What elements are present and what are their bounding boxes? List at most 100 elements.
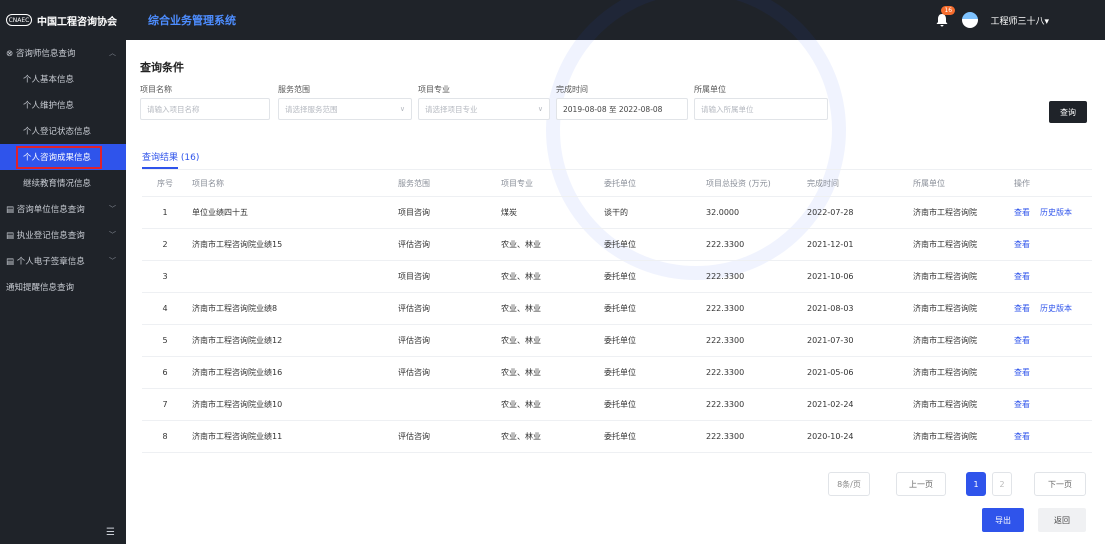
investment-cell: 222.3300 [706, 240, 745, 249]
column-header: 项目专业 [501, 179, 533, 188]
results-table: 序号 项目名称 服务范围 项目专业 委托单位 项目总投资 (万元) 完成时间 所… [142, 171, 1092, 453]
chevron-down-icon: ﹀ [109, 257, 116, 265]
sidebar-group-practice-registration[interactable]: ▤ 执业登记信息查询 ﹀ [0, 222, 126, 248]
service-scope-cell: 评估咨询 [398, 304, 430, 313]
table-row: 8 济南市工程咨询院业绩11 评估咨询 农业、林业 委托单位 222.3300 2020-1… [142, 421, 1092, 453]
project-name-cell: 单位业绩四十五 [192, 208, 248, 217]
next-page-button[interactable]: 下一页 [1034, 472, 1086, 496]
actions-cell: 查看 历史版本 [1014, 293, 1082, 324]
column-header: 项目名称 [192, 179, 224, 188]
view-link[interactable]: 查看 [1014, 239, 1030, 250]
logo-mark: CNAEC [6, 14, 32, 26]
query-button[interactable]: 查询 [1049, 101, 1087, 123]
service-scope-select[interactable]: 请选择服务范围 ∨ [278, 98, 412, 120]
table-row: 3 项目咨询 农业、林业 委托单位 222.3300 2021-10-06 济南市工程咨询院… [142, 261, 1092, 293]
actions-cell: 查看 [1014, 357, 1040, 388]
view-link[interactable]: 查看 [1014, 367, 1030, 378]
project-major-cell: 农业、林业 [501, 400, 541, 409]
view-link[interactable]: 查看 [1014, 335, 1030, 346]
project-major-cell: 农业、林业 [501, 304, 541, 313]
completion-time-range[interactable]: 2019-08-08 至 2022-08-08 [556, 98, 688, 120]
project-major-select[interactable]: 请选择项目专业 ∨ [418, 98, 550, 120]
client-cell: 委托单位 [604, 304, 636, 313]
column-header: 服务范围 [398, 179, 430, 188]
project-name-cell: 济南市工程咨询院业绩16 [192, 368, 283, 377]
table-row: 1 单位业绩四十五 项目咨询 煤炭 谈干的 32.0000 2022-07-28 济南市工程咨… [142, 197, 1092, 229]
service-scope-cell: 评估咨询 [398, 368, 430, 377]
completion-date-cell: 2021-05-06 [807, 368, 854, 377]
completion-date-cell: 2021-10-06 [807, 272, 854, 281]
page-size-select[interactable]: 8条/页 [828, 472, 870, 496]
row-number: 5 [162, 336, 168, 345]
chevron-down-icon: ∨ [399, 105, 405, 113]
investment-cell: 222.3300 [706, 272, 745, 281]
row-number: 8 [162, 432, 168, 441]
project-name-label: 项目名称 [140, 85, 172, 94]
sidebar-item-label: 继续教育情况信息 [23, 179, 92, 189]
view-link[interactable]: 查看 [1014, 303, 1030, 314]
history-version-link[interactable]: 历史版本 [1040, 207, 1072, 218]
history-version-link[interactable]: 历史版本 [1040, 303, 1072, 314]
unit-cell: 济南市工程咨询院 [913, 272, 977, 281]
row-number: 4 [162, 304, 168, 313]
project-major-cell: 农业、林业 [501, 272, 541, 281]
client-cell: 委托单位 [604, 240, 636, 249]
sidebar-item-label: ▤ 咨询单位信息查询 [6, 205, 85, 215]
client-cell: 谈干的 [604, 208, 628, 217]
export-button[interactable]: 导出 [982, 508, 1024, 532]
view-link[interactable]: 查看 [1014, 399, 1030, 410]
top-right-area: 16 工程师三十八▾ [934, 0, 1049, 40]
view-link[interactable]: 查看 [1014, 207, 1030, 218]
column-header: 委托单位 [604, 179, 636, 188]
sidebar-item-label: ▤ 个人电子签章信息 [6, 257, 85, 267]
project-major-label: 项目专业 [418, 85, 450, 94]
notification-bell-icon[interactable]: 16 [934, 6, 956, 28]
column-header: 项目总投资 (万元) [706, 179, 771, 188]
service-scope-cell: 项目咨询 [398, 208, 430, 217]
sidebar-group-e-signature[interactable]: ▤ 个人电子签章信息 ﹀ [0, 248, 126, 274]
sidebar-item-label: 个人基本信息 [23, 75, 75, 85]
sidebar-group-unit-query[interactable]: ▤ 咨询单位信息查询 ﹀ [0, 196, 126, 222]
view-link[interactable]: 查看 [1014, 271, 1030, 282]
avatar[interactable] [962, 12, 979, 28]
sidebar-group-consultant-query[interactable]: ⊗ 咨询师信息查询 ︿ [0, 40, 126, 66]
sidebar: ⊗ 咨询师信息查询 ︿ 个人基本信息 个人维护信息 个人登记状态信息 个人咨询成果… [0, 40, 126, 544]
project-name-cell: 济南市工程咨询院业绩15 [192, 240, 283, 249]
investment-cell: 222.3300 [706, 368, 745, 377]
actions-cell: 查看 [1014, 261, 1040, 292]
service-scope-cell: 评估咨询 [398, 240, 430, 249]
chevron-down-icon: ﹀ [109, 231, 116, 239]
unit-cell: 济南市工程咨询院 [913, 368, 977, 377]
table-row: 6 济南市工程咨询院业绩16 评估咨询 农业、林业 委托单位 222.3300 2021-0… [142, 357, 1092, 389]
view-link[interactable]: 查看 [1014, 431, 1030, 442]
main-content: 查询条件 项目名称 服务范围 项目专业 完成时间 所属单位 请输入项目名称 请选… [126, 0, 1105, 544]
client-cell: 委托单位 [604, 336, 636, 345]
sidebar-item-notifications[interactable]: 通知提醒信息查询 [0, 274, 126, 300]
sidebar-item-personal-maintenance[interactable]: 个人维护信息 [0, 92, 126, 118]
sidebar-item-label: 通知提醒信息查询 [6, 283, 75, 293]
table-row: 4 济南市工程咨询院业绩8 评估咨询 农业、林业 委托单位 222.3300 2021-08… [142, 293, 1092, 325]
user-menu[interactable]: 工程师三十八▾ [990, 14, 1049, 27]
sidebar-item-personal-basic[interactable]: 个人基本信息 [0, 66, 126, 92]
back-button[interactable]: 返回 [1038, 508, 1086, 532]
completion-time-label: 完成时间 [556, 85, 588, 94]
tab-active-indicator [142, 167, 178, 169]
project-name-cell: 济南市工程咨询院业绩12 [192, 336, 283, 345]
table-header: 序号 项目名称 服务范围 项目专业 委托单位 项目总投资 (万元) 完成时间 所… [142, 171, 1092, 197]
page-1-button[interactable]: 1 [966, 472, 986, 496]
project-name-cell: 济南市工程咨询院业绩11 [192, 432, 283, 441]
prev-page-button[interactable]: 上一页 [896, 472, 946, 496]
sidebar-item-continuing-education[interactable]: 继续教育情况信息 [0, 170, 126, 196]
tab-query-results[interactable]: 查询结果 (16) [142, 150, 199, 163]
completion-date-cell: 2020-10-24 [807, 432, 854, 441]
actions-cell: 查看 历史版本 [1014, 197, 1082, 228]
sidebar-item-label: 个人登记状态信息 [23, 127, 92, 137]
sidebar-item-registration-status[interactable]: 个人登记状态信息 [0, 118, 126, 144]
investment-cell: 222.3300 [706, 432, 745, 441]
unit-input[interactable]: 请输入所属单位 [694, 98, 828, 120]
client-cell: 委托单位 [604, 432, 636, 441]
collapse-sidebar-icon[interactable]: ☰ [106, 527, 115, 538]
page-2-button[interactable]: 2 [992, 472, 1012, 496]
project-name-input[interactable]: 请输入项目名称 [140, 98, 270, 120]
project-major-cell: 农业、林业 [501, 336, 541, 345]
